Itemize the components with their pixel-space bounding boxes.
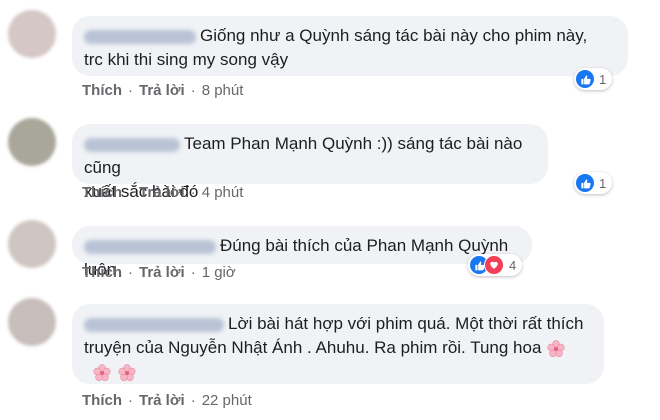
comment-bubble: Lời bài hát hợp với phim quá. Một thời r… [72, 304, 604, 384]
like-button[interactable]: Thích [82, 82, 122, 99]
reply-button[interactable]: Trả lời [139, 82, 185, 99]
author-name[interactable] [84, 239, 216, 254]
avatar[interactable] [8, 298, 56, 346]
separator-dot: · [190, 264, 196, 281]
comment-text-line: Team Phan Mạnh Quỳnh :)) sáng tác bài nà… [84, 134, 523, 177]
reaction-count: 4 [509, 257, 517, 273]
comment-actions: Thích · Trả lời · 4 phút [82, 184, 243, 201]
like-button[interactable]: Thích [82, 184, 122, 201]
comment-timestamp[interactable]: 4 phút [202, 184, 244, 201]
avatar[interactable] [8, 118, 56, 166]
reply-button[interactable]: Trả lời [139, 392, 185, 409]
comment-text-line [92, 360, 592, 384]
separator-dot: · [190, 184, 196, 201]
cherry-blossom-icon [546, 339, 566, 359]
comment-bubble: Team Phan Mạnh Quỳnh :)) sáng tác bài nà… [72, 124, 548, 201]
comment-actions: Thích · Trả lời · 8 phút [82, 82, 243, 99]
comment-bubble: Giống như a Quỳnh sáng tác bài này cho p… [72, 16, 628, 76]
author-name[interactable] [84, 317, 224, 332]
comment-text-line: Lời bài hát hợp với phim quá. Một thời r… [84, 312, 592, 336]
separator-dot: · [190, 392, 196, 409]
comment-text-line: truyện của Nguyễn Nhật Ánh . Ahuhu. Ra p… [84, 336, 592, 360]
cherry-blossom-icon [92, 363, 112, 383]
comment-timestamp[interactable]: 1 giờ [202, 264, 236, 281]
like-button[interactable]: Thích [82, 392, 122, 409]
reaction-summary[interactable]: 1 [574, 68, 613, 90]
comment-timestamp[interactable]: 22 phút [202, 392, 252, 409]
like-icon [576, 174, 594, 192]
separator-dot: · [128, 264, 133, 281]
reaction-count: 1 [599, 71, 607, 87]
avatar[interactable] [8, 220, 56, 268]
separator-dot: · [190, 82, 196, 99]
reaction-count: 1 [599, 175, 607, 191]
comment-text-line: trc khi thi sing my song vậy [84, 50, 289, 69]
like-button[interactable]: Thích [82, 264, 122, 281]
love-icon [484, 255, 504, 275]
comment-actions: Thích · Trả lời · 22 phút [82, 392, 252, 409]
reaction-summary[interactable]: 4 [468, 254, 523, 276]
author-name[interactable] [84, 137, 180, 152]
comment-timestamp[interactable]: 8 phút [202, 82, 244, 99]
reaction-summary[interactable]: 1 [574, 172, 613, 194]
separator-dot: · [128, 392, 133, 409]
separator-dot: · [128, 82, 133, 99]
comment-text-line: Giống như a Quỳnh sáng tác bài này cho p… [84, 24, 616, 48]
comment-bubble: Đúng bài thích của Phan Mạnh Quỳnh luôn [72, 226, 532, 279]
comment-actions: Thích · Trả lời · 1 giờ [82, 264, 236, 281]
cherry-blossom-icon [117, 363, 137, 383]
avatar[interactable] [8, 10, 56, 58]
reply-button[interactable]: Trả lời [139, 264, 185, 281]
separator-dot: · [128, 184, 133, 201]
reply-button[interactable]: Trả lời [139, 184, 185, 201]
author-name[interactable] [84, 29, 196, 44]
like-icon [576, 70, 594, 88]
